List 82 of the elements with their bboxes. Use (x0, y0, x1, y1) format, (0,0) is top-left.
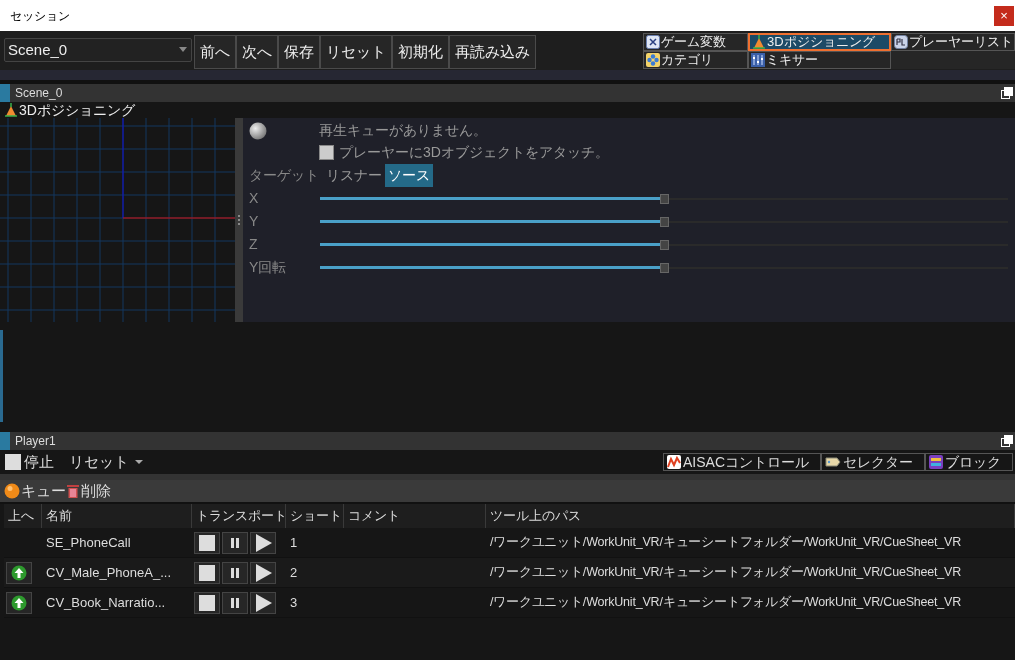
view-button[interactable]: ミキサー (748, 51, 891, 69)
slider[interactable] (320, 193, 1008, 204)
panel-tab[interactable]: ブロック (925, 453, 1013, 471)
play-button[interactable] (250, 561, 276, 584)
pause-button[interactable] (222, 591, 248, 614)
slider-label: X (249, 189, 260, 208)
view-button[interactable]: プレーヤーリスト (891, 33, 1015, 51)
tag-icon (825, 456, 841, 468)
category-icon (646, 53, 660, 67)
slider-thumb[interactable] (660, 239, 669, 250)
toolbar-button[interactable]: 次へ (236, 35, 278, 69)
trash-icon (66, 483, 80, 499)
panel-title: Scene_0 (15, 85, 63, 102)
table-cell-text: /ワークユニット/WorkUnit_VR/キューシートフォルダー/WorkUnit_VR/CueSheet_VR (489, 534, 963, 552)
table-cell-text: /ワークユニット/WorkUnit_VR/キューシートフォルダー/WorkUnit_VR/CueSheet_VR (489, 564, 963, 582)
panel-marker (0, 84, 10, 102)
stop-button[interactable] (194, 531, 220, 554)
toolbar-button[interactable]: 前へ (194, 35, 236, 69)
panel-title: Player1 (15, 433, 56, 450)
toolbar-button[interactable]: 保存 (278, 35, 320, 69)
list-tab[interactable]: キュー (4, 479, 66, 503)
pl-icon (894, 35, 908, 49)
stop-button[interactable] (194, 591, 220, 614)
window-title: セッション (10, 7, 70, 25)
table-cell-text: 2 (289, 563, 299, 582)
caret-icon (178, 47, 188, 53)
splitter-handle[interactable] (235, 118, 243, 322)
slider[interactable] (320, 239, 1008, 250)
close-button[interactable]: × (994, 5, 1014, 26)
ball-icon (4, 483, 20, 499)
view-button[interactable]: カテゴリ (643, 51, 748, 69)
up-button[interactable] (6, 561, 32, 584)
slider-label: Y (249, 212, 260, 231)
slider-thumb[interactable] (660, 216, 669, 227)
play-button[interactable] (250, 531, 276, 554)
slider-label: Y回転 (249, 258, 288, 277)
table-cell-text: CV_Male_PhoneA_... (45, 563, 173, 582)
cone-icon (4, 103, 18, 117)
up-arrow-icon (11, 564, 27, 581)
sphere-icon (249, 121, 267, 140)
square-icon (5, 454, 21, 470)
target-label: ターゲット (249, 165, 320, 185)
up-arrow-icon (11, 594, 27, 611)
checkbox[interactable] (319, 144, 334, 160)
up-button[interactable] (6, 591, 32, 614)
slider-thumb[interactable] (660, 262, 669, 273)
pause-button[interactable] (222, 531, 248, 554)
pause-button[interactable] (222, 561, 248, 584)
scene-dropdown[interactable]: Scene_0 (4, 38, 192, 62)
variable-icon (646, 35, 660, 49)
table-cell-text: SE_PhoneCall (45, 533, 132, 552)
checkbox-label: プレーヤーに3Dオブジェクトをアタッチ。 (339, 142, 609, 162)
slider-label: Z (249, 235, 259, 254)
view-button[interactable]: 3Dポジショニング (748, 33, 891, 51)
slider-thumb[interactable] (660, 193, 669, 204)
panel-marker (0, 432, 10, 450)
list-tab[interactable]: 削除 (66, 479, 111, 503)
target-toggle[interactable]: リスナー (323, 163, 385, 187)
view-title: 3Dポジショニング (19, 102, 135, 118)
panel-tab[interactable]: AISACコントロール (663, 453, 821, 471)
cone-icon (752, 35, 766, 49)
slider[interactable] (320, 216, 1008, 227)
stop-button[interactable]: 停止 (5, 450, 54, 474)
table-cell-text: 1 (289, 533, 299, 552)
table-cell-text: 3 (289, 593, 299, 612)
block-icon (929, 455, 943, 469)
panel-tab[interactable]: セレクター (821, 453, 925, 471)
curve-icon (667, 455, 681, 469)
table-cell-text: /ワークユニット/WorkUnit_VR/キューシートフォルダー/WorkUnit_VR/CueSheet_VR (489, 594, 963, 612)
target-toggle[interactable]: ソース (385, 163, 433, 187)
reset-button[interactable]: リセット (69, 450, 143, 474)
toolbar-button[interactable]: 初期化 (392, 35, 449, 69)
mixer-icon (751, 53, 765, 67)
toolbar-button[interactable]: リセット (320, 35, 392, 69)
play-button[interactable] (250, 591, 276, 614)
stop-button[interactable] (194, 561, 220, 584)
table-cell-text: CV_Book_Narratio... (45, 593, 167, 612)
toolbar-button[interactable]: 再読み込み (449, 35, 536, 69)
status-text: 再生キューがありません。 (319, 121, 487, 140)
slider[interactable] (320, 262, 1008, 273)
view-button[interactable]: ゲーム変数 (643, 33, 748, 51)
caret-icon (135, 459, 143, 465)
